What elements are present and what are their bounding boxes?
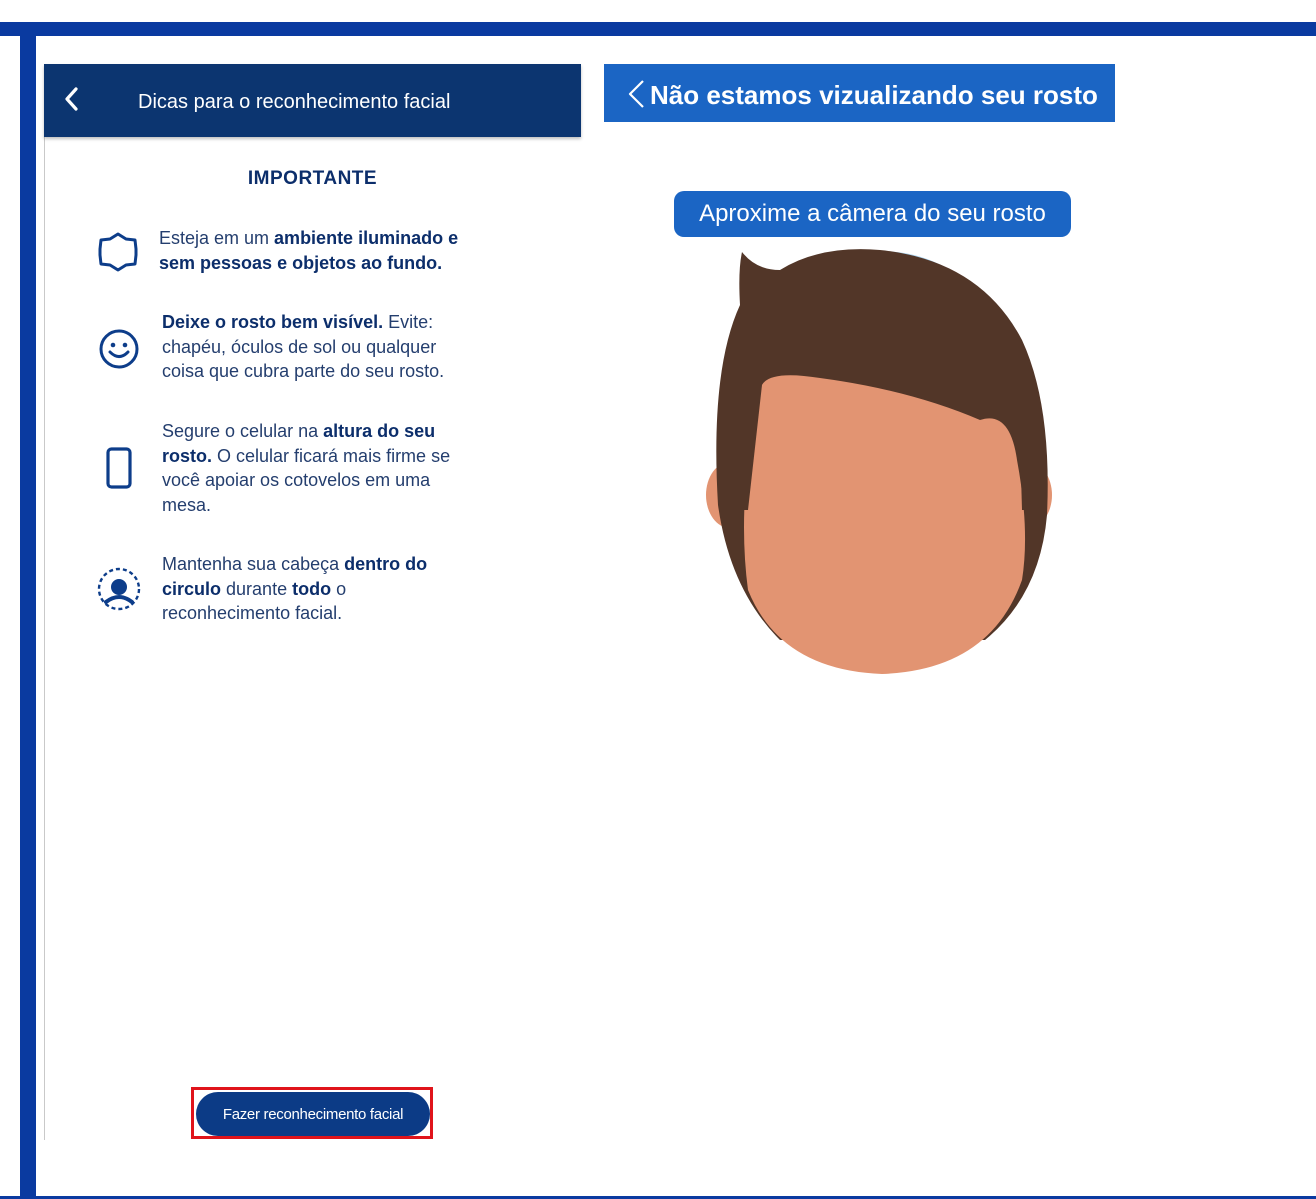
tip-line: você apoiar os cotovelos em uma bbox=[162, 470, 431, 490]
tip-line: chapéu, óculos de sol ou qualquer bbox=[162, 336, 437, 357]
face-detect-header: Não estamos vizualizando seu rosto bbox=[604, 64, 1115, 122]
sun-icon bbox=[96, 232, 140, 277]
face-circle-icon bbox=[96, 566, 142, 617]
phone-icon bbox=[104, 446, 134, 495]
important-heading: IMPORTANTE bbox=[247, 168, 378, 189]
frame-top-border bbox=[0, 22, 1316, 36]
face-illustration bbox=[700, 230, 1070, 685]
tip-line: reconhecimento facial. bbox=[162, 603, 343, 623]
frame-left-border bbox=[20, 22, 36, 1199]
tips-header: Dicas para o reconhecimento facial bbox=[44, 64, 581, 137]
back-icon[interactable] bbox=[62, 86, 82, 112]
tip-line: circulo durante todo o bbox=[162, 578, 347, 599]
tip-text: Esteja em um ambiente iluminado e sem pes… bbox=[159, 226, 458, 275]
tip-line: rosto. O celular ficará mais firme se bbox=[162, 445, 451, 466]
sideburn-right bbox=[1020, 440, 1034, 510]
tip-line: sem pessoas e objetos ao fundo. bbox=[159, 252, 443, 273]
face-skin bbox=[744, 375, 1026, 674]
tips-header-title: Dicas para o reconhecimento facial bbox=[138, 91, 451, 113]
tip-line: Segure o celular na altura do seu bbox=[162, 421, 436, 441]
tip-line: Esteja em um ambiente iluminado e bbox=[159, 228, 459, 248]
start-facial-recognition-button[interactable]: Fazer reconhecimento facial bbox=[196, 1092, 430, 1136]
tips-screen-edge bbox=[44, 64, 45, 1140]
tip-line: coisa que cubra parte do seu rosto. bbox=[162, 361, 445, 381]
tip-text: Deixe o rosto bem visível. Evite: chapéu,… bbox=[162, 310, 444, 384]
face-detect-header-title: Não estamos vizualizando seu rosto bbox=[650, 80, 1098, 110]
tip-text: Mantenha sua cabeça dentro do circulo dur… bbox=[162, 552, 427, 626]
back-icon[interactable] bbox=[626, 79, 646, 114]
tip-line: Mantenha sua cabeça dentro do bbox=[162, 554, 428, 574]
camera-instruction-pill: Aproxime a câmera do seu rosto bbox=[674, 191, 1071, 237]
smiley-icon bbox=[98, 328, 140, 375]
tip-text: Segure o celular na altura do seu rosto. … bbox=[162, 419, 450, 517]
tip-line: Deixe o rosto bem visível. Evite: bbox=[162, 312, 434, 332]
tip-line: mesa. bbox=[162, 494, 212, 515]
